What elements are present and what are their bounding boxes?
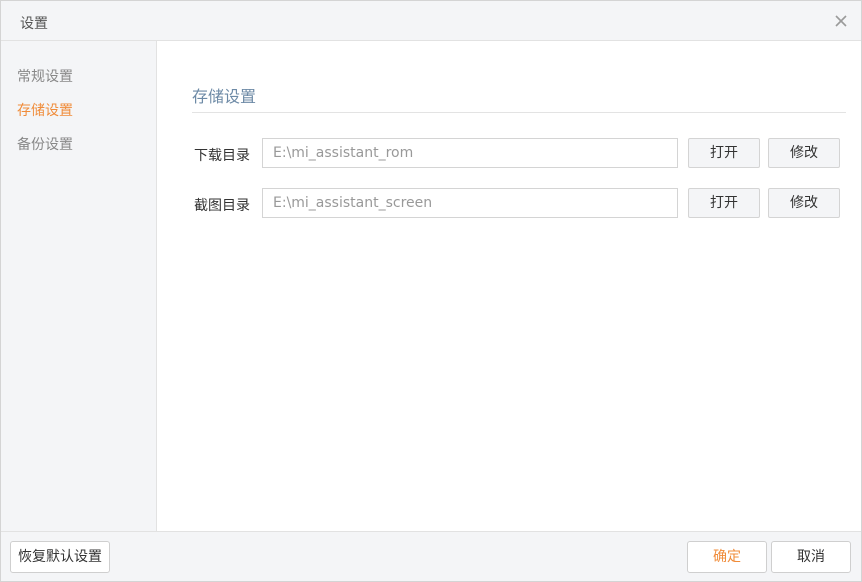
- settings-dialog: 设置 常规设置 存储设置 备份设置 存储设置 下载目录 打开 修改 截图目录 打…: [0, 0, 862, 582]
- screenshot-dir-input[interactable]: [262, 188, 678, 218]
- close-icon[interactable]: [833, 13, 849, 29]
- section-divider: [192, 112, 846, 113]
- dialog-footer: 恢复默认设置 确定 取消: [1, 531, 861, 581]
- download-dir-input[interactable]: [262, 138, 678, 168]
- download-dir-modify-button[interactable]: 修改: [768, 138, 840, 168]
- screenshot-dir-label: 截图目录: [194, 198, 250, 214]
- window-title: 设置: [20, 16, 48, 32]
- confirm-button[interactable]: 确定: [687, 541, 767, 573]
- sidebar-item-general[interactable]: 常规设置: [17, 66, 73, 86]
- download-dir-open-button[interactable]: 打开: [688, 138, 760, 168]
- section-title: 存储设置: [192, 87, 257, 106]
- settings-sidebar: 常规设置 存储设置 备份设置: [1, 41, 157, 531]
- download-dir-label: 下载目录: [194, 148, 250, 164]
- screenshot-dir-modify-button[interactable]: 修改: [768, 188, 840, 218]
- settings-content: 存储设置 下载目录 打开 修改 截图目录 打开 修改: [157, 41, 861, 531]
- sidebar-item-storage[interactable]: 存储设置: [17, 100, 73, 120]
- screenshot-dir-open-button[interactable]: 打开: [688, 188, 760, 218]
- sidebar-item-backup[interactable]: 备份设置: [17, 134, 73, 154]
- restore-defaults-button[interactable]: 恢复默认设置: [10, 541, 110, 573]
- cancel-button[interactable]: 取消: [771, 541, 851, 573]
- title-bar: 设置: [1, 1, 861, 41]
